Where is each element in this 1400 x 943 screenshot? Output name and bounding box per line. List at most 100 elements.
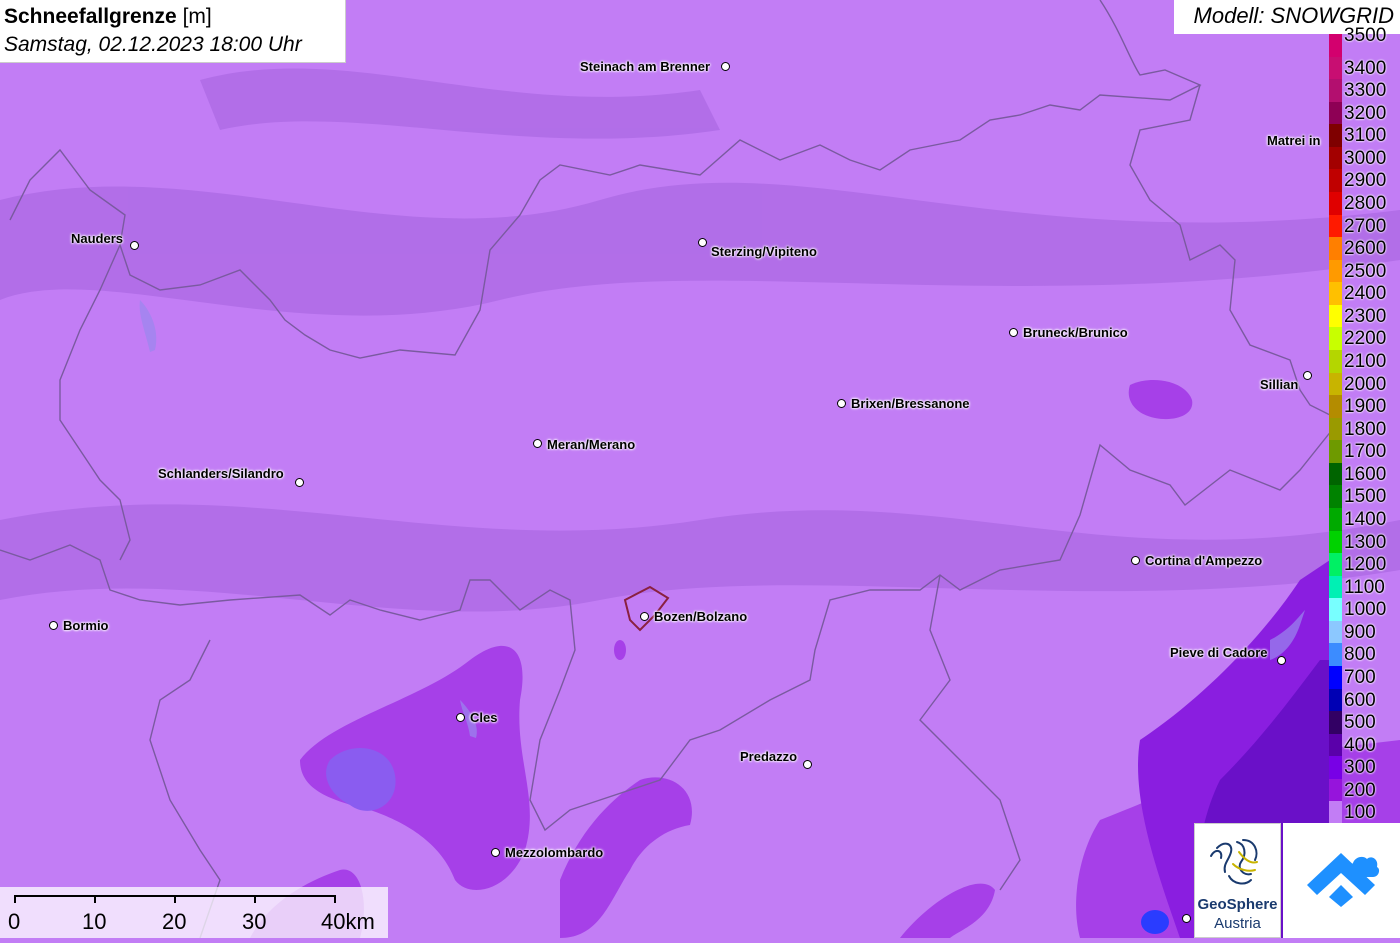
city-label-sillian[interactable]: Sillian [1260, 377, 1298, 392]
scale-label: 40km [321, 909, 375, 934]
legend-swatch [1329, 553, 1342, 576]
scale-tick [254, 895, 256, 903]
house-cloud-icon [1307, 853, 1380, 907]
legend-swatch [1329, 462, 1342, 486]
legend-row: 200 [1329, 778, 1400, 802]
legend-label: 3300 [1344, 80, 1387, 102]
legend-swatch [1329, 56, 1342, 80]
legend-label: 1400 [1344, 509, 1387, 530]
legend-swatch [1329, 688, 1342, 712]
city-marker[interactable] [1009, 328, 1018, 337]
legend-swatch [1329, 282, 1342, 305]
legend-row: 2100 [1329, 350, 1400, 373]
legend-label: 1900 [1344, 396, 1387, 418]
legend-swatch [1329, 214, 1342, 238]
city-label-bormio[interactable]: Bormio [63, 618, 109, 633]
city-marker[interactable] [295, 478, 304, 487]
legend-row: 600 [1329, 688, 1400, 712]
legend-label: 2600 [1344, 238, 1387, 260]
legend-row: 2500 [1329, 259, 1400, 283]
city-label-steinach[interactable]: Steinach am Brenner [580, 59, 710, 74]
legend-label: 1200 [1344, 554, 1387, 576]
city-label-sterzing[interactable]: Sterzing/Vipiteno [711, 244, 817, 259]
city-label-schlanders[interactable]: Schlanders/Silandro [158, 466, 284, 481]
legend-swatch [1329, 395, 1342, 418]
legend-label: 3100 [1344, 125, 1387, 147]
city-label-nauders[interactable]: Nauders [71, 231, 123, 246]
city-label-pieve[interactable]: Pieve di Cadore [1170, 645, 1268, 660]
map-title-box: Schneefallgrenze [m] Samstag, 02.12.2023… [0, 0, 346, 63]
city-marker[interactable] [640, 612, 649, 621]
city-marker[interactable] [49, 621, 58, 630]
legend-label: 1300 [1344, 531, 1387, 553]
title-unit: [m] [182, 5, 212, 28]
legend-row: 2000 [1329, 372, 1400, 396]
legend-row: 500 [1329, 711, 1400, 734]
legend-label: 1600 [1344, 463, 1387, 485]
legend-swatch [1329, 733, 1342, 757]
city-marker[interactable] [456, 713, 465, 722]
geosphere-logo[interactable]: GeoSphere Austria [1194, 823, 1281, 938]
legend-row: 1900 [1329, 395, 1400, 418]
legend-swatch [1329, 440, 1342, 463]
legend-swatch [1329, 598, 1342, 621]
legend-swatch [1329, 666, 1342, 689]
legend-swatch [1329, 620, 1342, 644]
legend-row: 1200 [1329, 553, 1400, 576]
city-marker[interactable] [1131, 556, 1140, 565]
scale-tick [14, 895, 16, 903]
geosphere-logo-text: GeoSphere [1197, 896, 1278, 913]
city-marker[interactable] [1277, 656, 1286, 665]
scale-label: 30 [242, 909, 267, 934]
city-label-cles[interactable]: Cles [470, 710, 497, 725]
app-logo[interactable] [1283, 823, 1400, 938]
legend-label: 300 [1344, 757, 1376, 779]
city-marker[interactable] [803, 760, 812, 769]
legend-swatch [1329, 508, 1342, 531]
city-marker[interactable] [721, 62, 730, 71]
legend-row: 2400 [1329, 282, 1400, 305]
city-marker[interactable] [533, 439, 542, 448]
legend-row: 2200 [1329, 327, 1400, 350]
legend-row: 1600 [1329, 462, 1400, 486]
geosphere-logo-icon [1210, 839, 1258, 885]
map-datetime: Samstag, 02.12.2023 18:00 Uhr [4, 33, 302, 56]
legend-label: 2300 [1344, 305, 1387, 327]
city-label-bozen[interactable]: Bozen/Bolzano [654, 609, 747, 624]
legend-row: 2900 [1329, 169, 1400, 192]
city-marker[interactable] [1303, 371, 1312, 380]
city-label-brixen[interactable]: Brixen/Bressanone [851, 396, 970, 411]
legend-label: 1500 [1344, 486, 1387, 508]
legend-swatch [1329, 801, 1342, 824]
geosphere-logo-subtext: Austria [1214, 915, 1261, 932]
legend-label: 3400 [1344, 57, 1387, 79]
legend-label: 100 [1344, 802, 1376, 824]
city-label-bruneck[interactable]: Bruneck/Brunico [1023, 325, 1128, 340]
legend-row: 1100 [1329, 575, 1400, 599]
city-label-meran[interactable]: Meran/Merano [547, 437, 635, 452]
legend-swatch [1329, 101, 1342, 125]
legend-label: 1100 [1344, 576, 1385, 598]
city-marker[interactable] [491, 848, 500, 857]
color-legend: 3500 3400 3300 3200 3100 3000 2900 2800 2700 2600… [1329, 26, 1400, 824]
legend-row: 3100 [1329, 124, 1400, 147]
legend-label: 3200 [1344, 102, 1387, 124]
city-marker[interactable] [837, 399, 846, 408]
city-marker[interactable] [130, 241, 139, 250]
legend-label: 1800 [1344, 418, 1387, 440]
city-label-cortina[interactable]: Cortina d'Ampezzo [1145, 553, 1262, 568]
city-label-mezzolombardo[interactable]: Mezzolombardo [505, 845, 603, 860]
legend-row: 2800 [1329, 192, 1400, 215]
legend-swatch [1329, 350, 1342, 373]
legend-row: 3000 [1329, 146, 1400, 170]
legend-row: 1000 [1329, 598, 1400, 621]
legend-swatch [1329, 575, 1342, 599]
legend-swatch [1329, 417, 1342, 441]
city-marker[interactable] [1182, 914, 1191, 923]
legend-label: 2800 [1344, 193, 1387, 214]
city-label-matrei[interactable]: Matrei in [1267, 133, 1320, 148]
legend-row: 700 [1329, 666, 1400, 689]
city-label-predazzo[interactable]: Predazzo [740, 749, 797, 764]
city-marker[interactable] [698, 238, 707, 247]
scale-label: 10 [82, 909, 107, 934]
